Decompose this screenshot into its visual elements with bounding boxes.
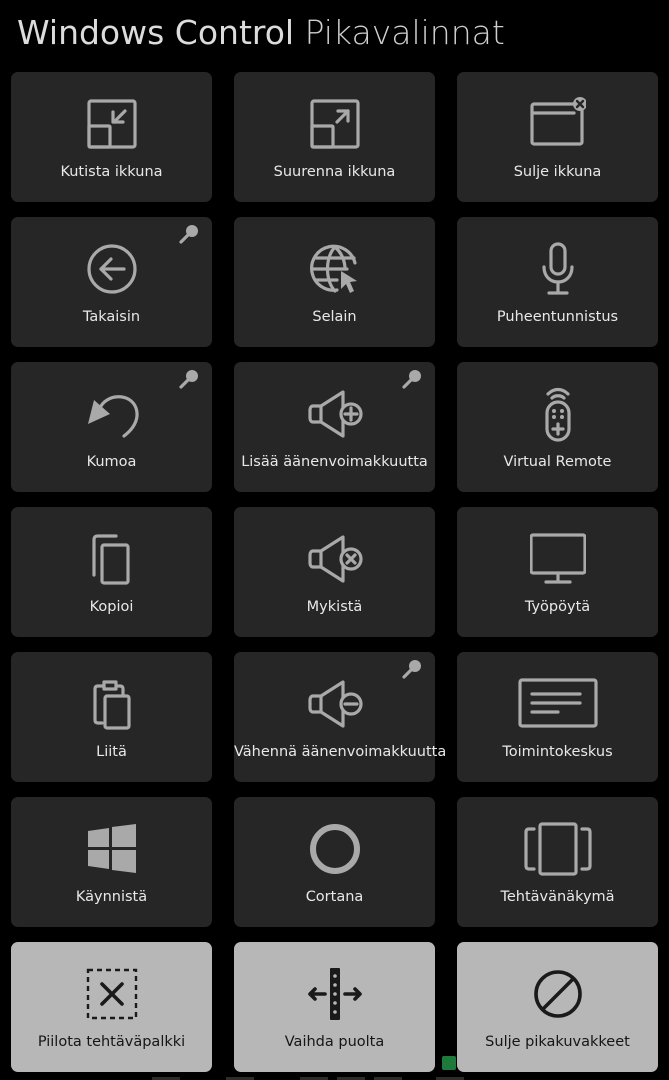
pin-icon [401,368,423,390]
hide-taskbar-icon [84,966,140,1022]
close-shortcuts-icon [530,966,586,1022]
tile-back[interactable]: Takaisin [11,217,212,347]
tile-label: Liitä [96,744,127,760]
tile-label: Kumoa [86,454,137,470]
tile-volume-up[interactable]: Lisää äänenvoimakkuutta [234,362,435,492]
minimize-window-icon [84,96,140,152]
desktop-monitor-icon [529,531,586,587]
tile-label: Mykistä [306,599,363,615]
windows-start-icon [84,821,140,877]
volume-down-icon [307,676,363,732]
tile-desktop[interactable]: Työpöytä [457,507,658,637]
tile-label: Suurenna ikkuna [273,164,396,180]
pin-icon [178,223,200,245]
shortcut-grid: Kutista ikkuna Suurenna ikkuna Sulje ikk… [11,72,658,1072]
close-shortcuts-button[interactable]: Sulje pikakuvakkeet [457,942,658,1072]
tray-app-icon [442,1056,456,1070]
switch-side-button[interactable]: Vaihda puolta [234,942,435,1072]
tile-volume-down[interactable]: Vähennä äänenvoimakkuutta [234,652,447,782]
tile-label: Kutista ikkuna [60,164,163,180]
tile-label: Vähennä äänenvoimakkuutta [234,744,447,760]
tile-label: Sulje ikkuna [513,164,602,180]
tile-maximize-window[interactable]: Suurenna ikkuna [234,72,435,202]
tile-label: Takaisin [82,309,141,325]
tile-label: Vaihda puolta [284,1034,385,1050]
tile-label: Puheentunnistus [496,309,619,325]
tile-label: Cortana [305,889,364,905]
tile-label: Selain [312,309,357,325]
tile-label: Virtual Remote [503,454,612,470]
tile-browser[interactable]: Selain [234,217,435,347]
undo-icon [84,386,140,442]
microphone-icon [530,241,586,297]
page-title-section: Pikavalinnat [304,13,505,52]
pin-icon [401,658,423,680]
tile-label: Lisää äänenvoimakkuutta [241,454,428,470]
tile-label: Käynnistä [75,889,148,905]
tile-label: Sulje pikakuvakkeet [485,1034,630,1050]
tile-task-view[interactable]: Tehtävänäkymä [457,797,658,927]
pin-icon [178,368,200,390]
tile-paste[interactable]: Liitä [11,652,212,782]
page-title-app: Windows Control [17,13,295,52]
tile-label: Toimintokeskus [502,744,613,760]
tile-speech-recognition[interactable]: Puheentunnistus [457,217,658,347]
copy-icon [84,531,140,587]
tile-label: Työpöytä [524,599,591,615]
tile-mute[interactable]: Mykistä [234,507,435,637]
hide-taskbar-button[interactable]: Piilota tehtäväpalkki [11,942,212,1072]
tile-undo[interactable]: Kumoa [11,362,212,492]
tile-virtual-remote[interactable]: Virtual Remote [457,362,658,492]
task-view-icon [523,821,593,877]
tile-label: Tehtävänäkymä [500,889,615,905]
mute-icon [307,531,363,587]
tile-label: Kopioi [89,599,134,615]
volume-up-icon [307,386,363,442]
maximize-window-icon [307,96,363,152]
remote-control-icon [530,386,586,442]
browser-globe-icon [307,241,363,297]
tile-minimize-window[interactable]: Kutista ikkuna [11,72,212,202]
action-center-icon [517,676,598,732]
back-arrow-icon [84,241,140,297]
tile-copy[interactable]: Kopioi [11,507,212,637]
tile-close-window[interactable]: Sulje ikkuna [457,72,658,202]
tile-cortana[interactable]: Cortana [234,797,435,927]
tile-label: Piilota tehtäväpalkki [37,1034,186,1050]
close-window-icon [529,96,586,152]
page-title: Windows Control Pikavalinnat [17,10,505,58]
tile-action-center[interactable]: Toimintokeskus [457,652,658,782]
tile-start[interactable]: Käynnistä [11,797,212,927]
cortana-ring-icon [307,821,363,877]
taskbar-strip [0,1056,669,1080]
paste-icon [84,676,140,732]
switch-side-icon [307,966,363,1022]
